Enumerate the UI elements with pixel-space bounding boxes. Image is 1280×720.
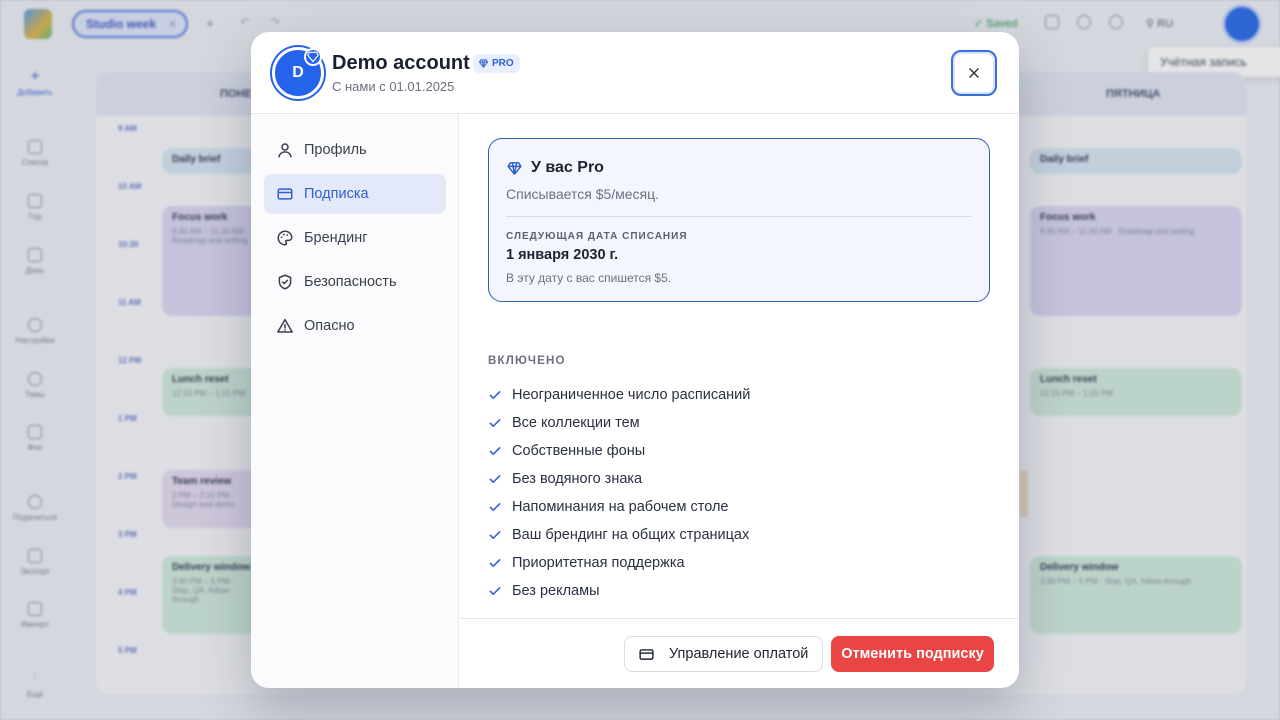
close-button[interactable] <box>951 50 997 96</box>
check-icon <box>489 447 501 455</box>
feature-list: Неограниченное число расписаний Все колл… <box>488 381 750 605</box>
check-icon <box>489 559 501 567</box>
check-icon <box>489 587 501 595</box>
list-item: Напоминания на рабочем столе <box>488 493 750 521</box>
feature-label: Напоминания на рабочем столе <box>512 499 729 515</box>
user-icon <box>278 143 292 158</box>
account-name: Demo account <box>332 52 470 74</box>
member-since: С нами с 01.01.2025 <box>332 79 455 94</box>
plan-title-label: У вас Pro <box>531 159 604 176</box>
subscription-panel: У вас Pro Списывается $5/месяц. СЛЕДУЮЩА… <box>460 114 1019 618</box>
nav-item-profile[interactable]: Профиль <box>264 130 446 170</box>
diamond-icon <box>478 59 489 68</box>
check-icon <box>489 475 501 483</box>
close-icon <box>969 68 979 78</box>
nav-item-label: Профиль <box>304 142 367 158</box>
nav-item-branding[interactable]: Брендинг <box>264 218 446 258</box>
settings-nav: Профиль Подписка Брендинг Безопасность О… <box>251 114 459 688</box>
modal-header: D Demo account PRO С нами с 01.01.2025 <box>251 32 1019 114</box>
nav-item-label: Подписка <box>304 186 369 202</box>
credit-card-icon <box>277 188 293 200</box>
feature-label: Приоритетная поддержка <box>512 555 685 571</box>
feature-label: Без рекламы <box>512 583 600 599</box>
feature-label: Все коллекции тем <box>512 415 640 431</box>
feature-label: Собственные фоны <box>512 443 646 459</box>
list-item: Все коллекции тем <box>488 409 750 437</box>
manage-billing-label: Управление оплатой <box>669 646 809 662</box>
warning-icon <box>277 318 293 333</box>
nav-item-security[interactable]: Безопасность <box>264 262 446 302</box>
plan-billing: Списывается $5/месяц. <box>506 186 660 202</box>
next-billing-date: 1 января 2030 г. <box>506 247 619 263</box>
feature-label: Ваш брендинг на общих страницах <box>512 527 750 543</box>
nav-item-subscription[interactable]: Подписка <box>264 174 446 214</box>
credit-card-icon <box>639 648 654 660</box>
plan-title: У вас Pro <box>506 159 604 177</box>
diamond-icon <box>507 161 522 175</box>
nav-item-label: Безопасность <box>304 274 397 290</box>
list-item: Приоритетная поддержка <box>488 549 750 577</box>
feature-label: Неограниченное число расписаний <box>512 387 751 403</box>
pro-avatar-badge <box>304 48 322 66</box>
check-icon <box>489 503 501 511</box>
shield-icon <box>278 274 292 290</box>
check-icon <box>489 531 501 539</box>
pro-badge-label: PRO <box>492 58 514 69</box>
list-item: Собственные фоны <box>488 437 750 465</box>
next-billing-note: В эту дату с вас спишется $5. <box>506 271 672 285</box>
next-billing-label: СЛЕДУЮЩАЯ ДАТА СПИСАНИЯ <box>506 231 688 242</box>
nav-item-label: Брендинг <box>304 230 368 246</box>
divider <box>506 216 972 217</box>
included-heading: ВКЛЮЧЕНО <box>488 355 566 367</box>
list-item: Без водяного знака <box>488 465 750 493</box>
pro-badge: PRO <box>473 54 520 73</box>
diamond-icon <box>307 51 319 63</box>
palette-icon <box>277 230 293 246</box>
list-item: Неограниченное число расписаний <box>488 381 750 409</box>
list-item: Без рекламы <box>488 577 750 605</box>
manage-billing-button[interactable]: Управление оплатой <box>624 636 823 672</box>
check-icon <box>489 419 501 427</box>
cancel-subscription-button[interactable]: Отменить подписку <box>831 636 994 672</box>
plan-card: У вас Pro Списывается $5/месяц. СЛЕДУЮЩА… <box>488 138 990 302</box>
nav-item-danger[interactable]: Опасно <box>264 306 446 346</box>
feature-label: Без водяного знака <box>512 471 643 487</box>
modal-footer: Управление оплатой Отменить подписку <box>460 618 1019 688</box>
account-modal: D Demo account PRO С нами с 01.01.2025 П… <box>251 32 1019 688</box>
list-item: Ваш брендинг на общих страницах <box>488 521 750 549</box>
check-icon <box>489 391 501 399</box>
nav-item-label: Опасно <box>304 318 355 334</box>
